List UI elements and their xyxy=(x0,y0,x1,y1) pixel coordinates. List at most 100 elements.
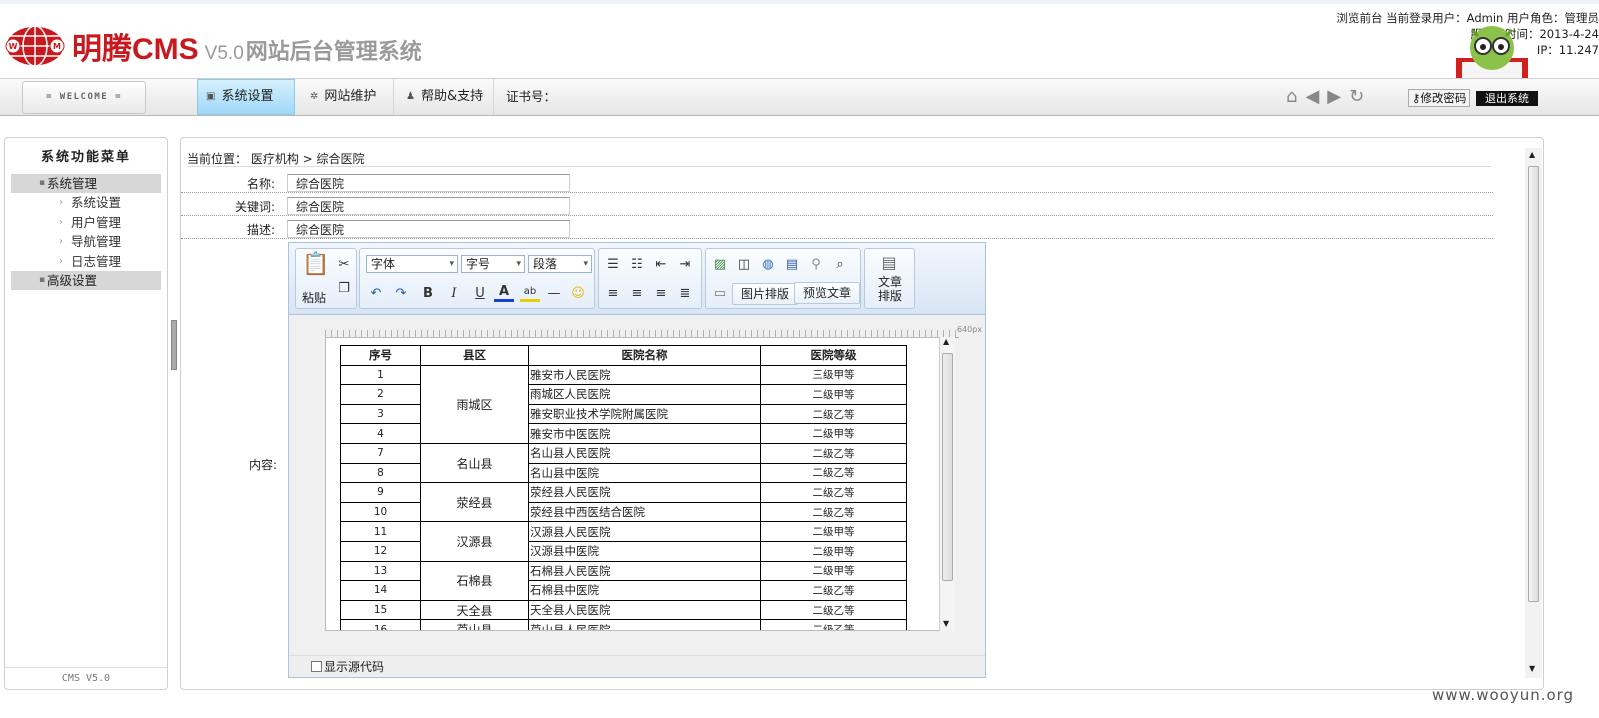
hospital-level-cell: 二级乙等 xyxy=(760,599,907,621)
horizontal-rule-icon[interactable]: — xyxy=(544,284,564,304)
hospital-name-cell: 天全县人民医院 xyxy=(528,599,761,621)
row-number-cell: 16 xyxy=(340,619,421,630)
tab-system-settings[interactable]: ▣ 系统设置 xyxy=(197,79,295,115)
print-icon[interactable]: ▭ xyxy=(710,284,730,304)
ip-info: IP：11.247 xyxy=(1536,43,1599,57)
nav-bar: = WELCOME = ▣ 系统设置 ✲ 网站维护 ♟ 帮助&支持 证书号： ⌂ ◀ … xyxy=(0,78,1599,116)
sidebar-group-system[interactable]: 系统管理 xyxy=(11,174,161,193)
align-center-icon[interactable]: ≡ xyxy=(627,284,647,304)
scroll-up-icon[interactable]: ▲ xyxy=(943,337,949,346)
undo-icon[interactable]: ↶ xyxy=(366,284,386,304)
system-name: 网站后台管理系统 xyxy=(245,40,422,65)
paste-button[interactable]: 粘贴 xyxy=(302,289,326,306)
brand-name: 明腾CMS xyxy=(72,33,199,66)
justify-icon[interactable]: ≣ xyxy=(675,284,695,304)
bold-icon[interactable]: B xyxy=(418,284,438,304)
sidebar-group-advanced[interactable]: 高级设置 xyxy=(11,271,161,290)
italic-icon[interactable]: I xyxy=(444,284,464,304)
show-source-label: 显示源代码 xyxy=(324,660,385,674)
row-number-cell: 10 xyxy=(340,501,421,523)
home-icon[interactable]: ⌂ xyxy=(1286,86,1297,107)
watermark: www.wooyun.org xyxy=(1432,686,1575,704)
unordered-list-icon[interactable]: ☷ xyxy=(627,255,647,275)
change-password-label: 修改密码 xyxy=(1420,91,1467,105)
table-row: 16 芦山县 芦山县人民医院 二级乙等 xyxy=(340,619,907,630)
row-number-cell: 13 xyxy=(340,560,421,582)
refresh-icon[interactable]: ↻ xyxy=(1349,86,1364,107)
underline-icon[interactable]: U xyxy=(470,284,490,304)
sidebar-item-system-settings[interactable]: 系统设置 xyxy=(5,193,167,213)
show-source-toggle[interactable]: 显示源代码 xyxy=(289,655,985,677)
back-icon[interactable]: ◀ xyxy=(1305,86,1319,107)
clipboard-icon[interactable]: 📋 xyxy=(302,254,329,283)
hospital-name-cell: 雨城区人民医院 xyxy=(528,384,761,405)
preview-button[interactable]: 预览文章 xyxy=(794,282,861,304)
page-scrollbar[interactable]: ▲ ▼ xyxy=(1525,148,1542,678)
indent-icon[interactable]: ⇥ xyxy=(675,255,695,275)
article-layout-button[interactable]: ▤ 文章排版 xyxy=(864,248,915,309)
row-number-cell: 1 xyxy=(340,364,421,386)
tab-label: 网站维护 xyxy=(324,89,377,104)
font-color-icon[interactable]: A xyxy=(494,284,514,302)
tab-help-support[interactable]: ♟ 帮助&支持 xyxy=(398,79,494,115)
media-icon[interactable]: ◫ xyxy=(734,255,754,275)
rich-text-editor: 📋 粘贴 ✂ ❐ 字体 字号 段落 ↶ ↷ B I U A ab — ☺ ☰ ☷… xyxy=(288,242,986,678)
sidebar-item-navigation[interactable]: 导航管理 xyxy=(5,232,167,252)
forward-icon[interactable]: ▶ xyxy=(1327,86,1341,107)
hospital-name-cell: 名山县中医院 xyxy=(528,462,761,484)
search-icon[interactable]: ⌕ xyxy=(830,255,850,275)
scroll-up-icon[interactable]: ▲ xyxy=(1529,150,1535,159)
logout-button[interactable]: 退出系统 xyxy=(1476,91,1538,106)
county-cell: 芦山县 xyxy=(420,619,529,630)
keywords-field[interactable] xyxy=(287,197,570,215)
form-row-keywords: 关键词: xyxy=(181,193,1493,216)
description-field[interactable] xyxy=(287,220,570,238)
row-number-cell: 9 xyxy=(340,482,421,503)
hospital-level-cell: 二级甲等 xyxy=(760,384,907,405)
font-size-select[interactable]: 字号 xyxy=(461,255,525,273)
hospital-level-cell: 二级甲等 xyxy=(760,423,907,444)
change-password-button[interactable]: ⚷修改密码 xyxy=(1408,89,1471,107)
paragraph-select[interactable]: 段落 xyxy=(528,255,592,273)
align-right-icon[interactable]: ≡ xyxy=(651,284,671,304)
hospital-level-cell: 二级乙等 xyxy=(760,482,907,503)
table-icon[interactable]: ▤ xyxy=(782,255,802,275)
form-row-name: 名称: xyxy=(181,170,1493,193)
hospital-level-cell: 二级甲等 xyxy=(760,521,907,542)
redo-icon[interactable]: ↷ xyxy=(391,284,411,304)
sidebar-splitter[interactable] xyxy=(171,320,177,370)
svg-text:W: W xyxy=(9,42,18,51)
editor-page[interactable]: 序号 县区 医院名称 医院等级 1 雨城区 雅安市人民医院 三级甲等 2 雨城区人民医院 二级甲等… xyxy=(325,337,955,631)
scroll-down-icon[interactable]: ▼ xyxy=(943,619,949,628)
hospital-name-cell: 芦山县人民医院 xyxy=(528,619,761,630)
editor-scrollbar[interactable]: ▲ ▼ xyxy=(939,337,955,631)
sidebar-item-users[interactable]: 用户管理 xyxy=(5,213,167,233)
welcome-button[interactable]: = WELCOME = xyxy=(22,81,146,114)
server-time: 服务器时间：2013-4-24 xyxy=(1470,27,1599,41)
attachment-icon[interactable]: ⚲ xyxy=(806,255,826,275)
form-row-description: 描述: xyxy=(181,216,1493,239)
align-left-icon[interactable]: ≡ xyxy=(603,284,623,304)
monitor-icon: ▣ xyxy=(206,91,216,102)
link-globe-icon[interactable]: ◍ xyxy=(758,255,778,275)
highlight-icon[interactable]: ab xyxy=(520,284,540,302)
svg-text:M: M xyxy=(53,42,61,51)
hospital-table: 序号 县区 医院名称 医院等级 1 雨城区 雅安市人民医院 三级甲等 2 雨城区人民医院 二级甲等… xyxy=(340,345,907,630)
county-cell: 石棉县 xyxy=(420,560,529,601)
font-select[interactable]: 字体 xyxy=(366,255,458,273)
sidebar-footer: CMS V5.0 xyxy=(5,667,167,689)
hospital-level-cell: 二级乙等 xyxy=(760,442,907,464)
emoji-icon[interactable]: ☺ xyxy=(568,284,588,304)
cut-icon[interactable]: ✂ xyxy=(334,255,354,275)
name-field[interactable] xyxy=(287,174,570,192)
copy-icon[interactable]: ❐ xyxy=(334,279,354,299)
outdent-icon[interactable]: ⇤ xyxy=(651,255,671,275)
hospital-level-cell: 二级乙等 xyxy=(760,580,907,601)
show-source-checkbox[interactable] xyxy=(311,661,322,672)
ordered-list-icon[interactable]: ☰ xyxy=(603,255,623,275)
tab-site-maintenance[interactable]: ✲ 网站维护 xyxy=(302,79,394,115)
sidebar-item-logs[interactable]: 日志管理 xyxy=(5,252,167,272)
image-icon[interactable]: ▨ xyxy=(710,255,730,275)
image-layout-button[interactable]: 图片排版 xyxy=(732,283,799,305)
scroll-down-icon[interactable]: ▼ xyxy=(1529,664,1535,673)
